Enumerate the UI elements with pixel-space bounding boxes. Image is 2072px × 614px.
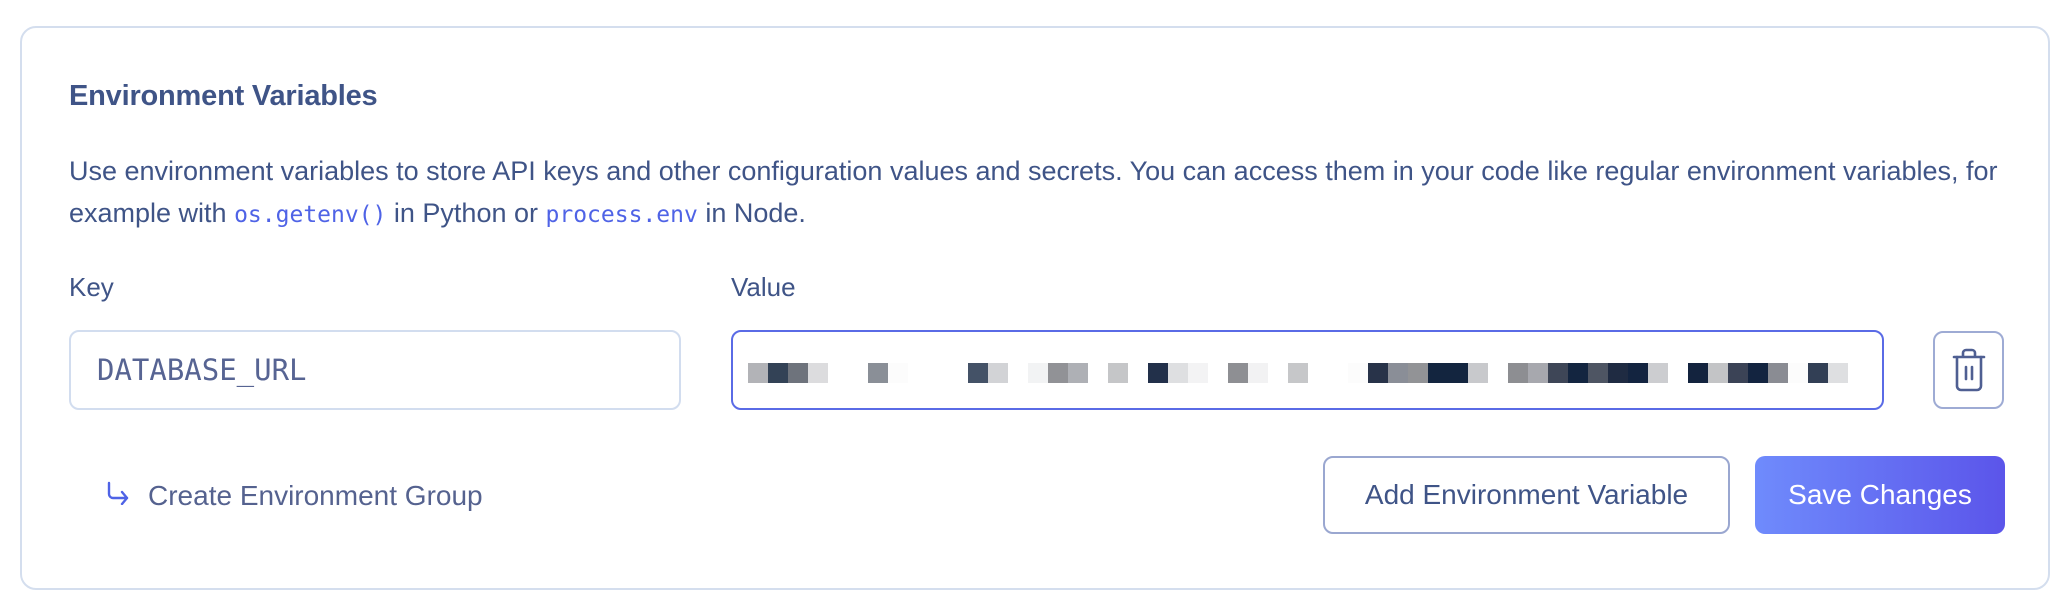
redaction-block — [1008, 363, 1028, 383]
redaction-block — [788, 363, 808, 383]
redaction-block — [1628, 363, 1648, 383]
redaction-block — [828, 363, 848, 383]
redaction-block — [1468, 363, 1488, 383]
redaction-block — [988, 363, 1008, 383]
delete-variable-button[interactable] — [1933, 331, 2004, 409]
save-changes-button[interactable]: Save Changes — [1755, 456, 2005, 534]
redaction-block — [868, 363, 888, 383]
redaction-block — [748, 363, 768, 383]
value-input[interactable] — [731, 330, 1884, 410]
redaction-block — [1508, 363, 1528, 383]
code-process-env: process.env — [545, 202, 698, 228]
trash-icon — [1952, 348, 1985, 392]
redaction-block — [1768, 363, 1788, 383]
redaction-block — [1528, 363, 1548, 383]
redaction-block — [1148, 363, 1168, 383]
section-description: Use environment variables to store API k… — [69, 150, 2029, 236]
redaction-block — [1788, 363, 1808, 383]
redaction-block — [1728, 363, 1748, 383]
redaction-block — [1208, 363, 1228, 383]
redaction-block — [1668, 363, 1688, 383]
redaction-block — [1328, 363, 1348, 383]
redaction-block — [1048, 363, 1068, 383]
redaction-block — [1348, 363, 1368, 383]
description-text-2: in Python or — [386, 198, 546, 228]
redaction-block — [1168, 363, 1188, 383]
redaction-block — [1108, 363, 1128, 383]
redaction-block — [1588, 363, 1608, 383]
redaction-block — [1388, 363, 1408, 383]
redaction-block — [1128, 363, 1148, 383]
redaction-block — [1368, 363, 1388, 383]
redaction-block — [908, 363, 928, 383]
redaction-block — [928, 363, 948, 383]
redaction-block — [968, 363, 988, 383]
redaction-block — [888, 363, 908, 383]
redaction-block — [1408, 363, 1428, 383]
description-text-3: in Node. — [697, 198, 806, 228]
key-input[interactable] — [69, 330, 681, 410]
redaction-block — [1608, 363, 1628, 383]
redaction-block — [1248, 363, 1268, 383]
redaction-block — [768, 363, 788, 383]
redaction-block — [1688, 363, 1708, 383]
redaction-block — [1228, 363, 1248, 383]
redaction-block — [1428, 363, 1448, 383]
redaction-block — [1548, 363, 1568, 383]
redaction-block — [1308, 363, 1328, 383]
redacted-value — [748, 363, 1848, 383]
redaction-block — [1288, 363, 1308, 383]
code-os-getenv: os.getenv() — [234, 202, 387, 228]
redaction-block — [808, 363, 828, 383]
add-environment-variable-button[interactable]: Add Environment Variable — [1323, 456, 1730, 534]
redaction-block — [1488, 363, 1508, 383]
redaction-block — [1828, 363, 1848, 383]
redaction-block — [1568, 363, 1588, 383]
redaction-block — [848, 363, 868, 383]
redaction-block — [1708, 363, 1728, 383]
create-environment-group-label: Create Environment Group — [148, 480, 483, 511]
redaction-block — [1808, 363, 1828, 383]
redaction-block — [948, 363, 968, 383]
redaction-block — [1748, 363, 1768, 383]
redaction-block — [1068, 363, 1088, 383]
redaction-block — [1268, 363, 1288, 383]
redaction-block — [1088, 363, 1108, 383]
value-label: Value — [731, 272, 796, 302]
redaction-block — [1188, 363, 1208, 383]
key-label: Key — [69, 272, 114, 302]
create-environment-group-link[interactable]: Create Environment Group — [106, 478, 483, 514]
redaction-block — [1448, 363, 1468, 383]
redaction-block — [1648, 363, 1668, 383]
section-title: Environment Variables — [69, 80, 378, 112]
arrow-return-right-icon — [107, 481, 129, 505]
redaction-block — [1028, 363, 1048, 383]
